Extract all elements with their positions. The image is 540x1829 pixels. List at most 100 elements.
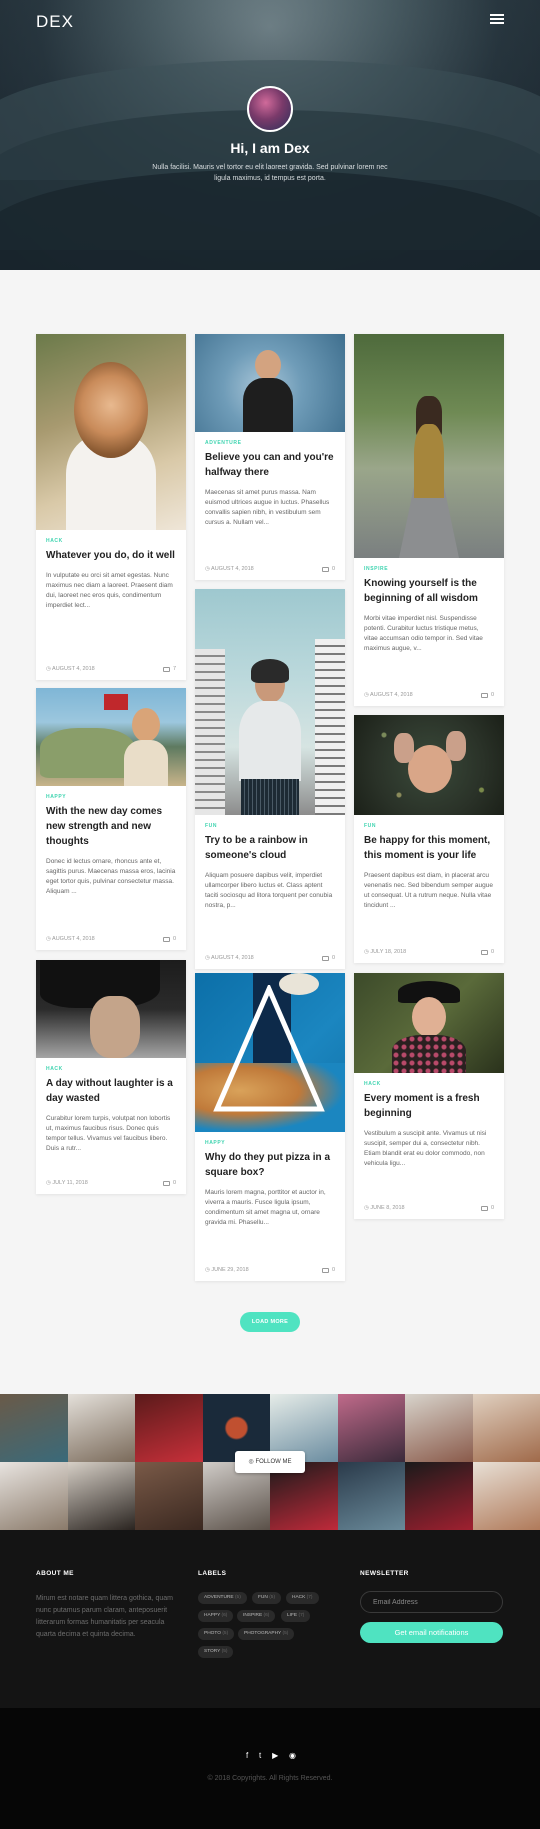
comment-icon [321,566,329,572]
comment-count[interactable]: 0 [321,1267,335,1273]
instagram-photo[interactable] [337,1394,405,1462]
copyright: © 2018 Copyrights. All Rights Reserved. [207,1775,333,1782]
instagram-photo[interactable] [67,1462,135,1530]
post-excerpt: Aliquam posuere dapibus velit, imperdiet… [205,872,333,909]
post-excerpt: In vulputate eu orci sit amet egestas. N… [46,572,173,609]
post-category[interactable]: HAPPY [205,1140,335,1146]
github-icon[interactable]: ◉ [289,1751,296,1760]
hero-title: Hi, I am Dex [230,140,310,156]
label-tag[interactable]: HAPPY (6) [198,1610,234,1622]
label-tag[interactable]: PHOTO (5) [198,1628,235,1640]
post-category[interactable]: ADVENTURE [205,440,335,446]
comment-icon [162,936,170,942]
label-tag[interactable]: ADVENTURE (5) [198,1592,247,1604]
post-image[interactable] [36,334,186,530]
comment-count[interactable]: 7 [162,666,176,672]
comment-count[interactable]: 0 [480,949,494,955]
site-logo[interactable]: DEX [36,12,74,32]
post-category[interactable]: HACK [364,1081,494,1087]
avatar [247,86,293,132]
comment-count[interactable]: 0 [321,955,335,961]
email-field[interactable] [360,1591,503,1613]
post-image[interactable] [195,589,345,815]
newsletter-heading: NEWSLETTER [360,1570,409,1577]
post-title[interactable]: Why do they put pizza in a square box? [205,1150,335,1180]
post-image[interactable] [36,960,186,1058]
post-title[interactable]: Knowing yourself is the beginning of all… [364,576,494,606]
instagram-photo[interactable] [0,1394,68,1462]
label-tag[interactable]: INSPIRE (6) [237,1610,276,1622]
post-date: AUGUST 4, 2018 [205,955,254,961]
instagram-photo[interactable] [472,1394,540,1462]
post-category[interactable]: HACK [46,538,176,544]
post-category[interactable]: FUN [205,823,335,829]
post-date: AUGUST 4, 2018 [46,936,95,942]
post-card[interactable]: HACK Every moment is a fresh beginning V… [354,973,504,1219]
comment-icon [480,1205,488,1211]
comment-count[interactable]: 0 [480,692,494,698]
post-date: JULY 18, 2018 [364,949,406,955]
twitter-icon[interactable]: t [259,1751,261,1760]
post-title[interactable]: Be happy for this moment, this moment is… [364,833,494,863]
post-category[interactable]: FUN [364,823,494,829]
instagram-photo[interactable] [0,1462,68,1530]
post-image[interactable] [354,973,504,1073]
post-card[interactable]: FUN Try to be a rainbow in someone's clo… [195,589,345,969]
hero-banner [0,0,540,270]
label-tag[interactable]: HACK (7) [286,1592,319,1604]
label-tag[interactable]: FUN (5) [252,1592,282,1604]
post-card[interactable]: HACK Whatever you do, do it well In vulp… [36,334,186,680]
label-tag[interactable]: PHOTOGRAPHY (5) [238,1628,295,1640]
instagram-photo[interactable] [405,1394,473,1462]
post-image[interactable] [354,715,504,815]
about-text: Mirum est notare quam littera gothica, q… [36,1595,173,1638]
post-excerpt: Praesent dapibus est diam, in placerat a… [364,872,494,909]
instagram-photo[interactable] [337,1462,405,1530]
post-excerpt: Donec id lectus ornare, rhoncus ante et,… [46,858,176,895]
facebook-icon[interactable]: f [246,1751,248,1760]
post-title[interactable]: A day without laughter is a day wasted [46,1076,176,1106]
post-date: JULY 11, 2018 [46,1180,87,1186]
comment-count[interactable]: 0 [480,1205,494,1211]
post-category[interactable]: HACK [46,1066,176,1072]
load-more-button[interactable]: LOAD MORE [240,1312,300,1332]
post-card[interactable]: HACK A day without laughter is a day was… [36,960,186,1194]
post-title[interactable]: With the new day comes new strength and … [46,804,176,849]
post-title[interactable]: Believe you can and you're halfway there [205,450,335,480]
bottom-bar [0,1708,540,1829]
labels-heading: LABELS [198,1570,227,1577]
post-category[interactable]: HAPPY [46,794,176,800]
subscribe-button[interactable]: Get email notifications [360,1622,503,1643]
comment-count[interactable]: 0 [321,566,335,572]
instagram-photo[interactable] [405,1462,473,1530]
post-date: AUGUST 4, 2018 [205,566,254,572]
post-card[interactable]: HAPPY With the new day comes new strengt… [36,688,186,950]
post-card[interactable]: FUN Be happy for this moment, this momen… [354,715,504,963]
instagram-follow-button[interactable]: ◎ FOLLOW ME [235,1451,305,1473]
post-card[interactable]: HAPPY Why do they put pizza in a square … [195,973,345,1281]
instagram-photo[interactable] [67,1394,135,1462]
post-image[interactable] [354,334,504,558]
post-title[interactable]: Try to be a rainbow in someone's cloud [205,833,335,863]
post-card[interactable]: INSPIRE Knowing yourself is the beginnin… [354,334,504,706]
label-tag[interactable]: LIFE (7) [281,1610,311,1622]
hero-subtitle: Nulla facilisi. Mauris vel tortor eu eli… [152,164,388,182]
post-date: AUGUST 4, 2018 [364,692,413,698]
post-date: AUGUST 4, 2018 [46,666,95,672]
youtube-icon[interactable]: ▶ [272,1751,278,1760]
post-card[interactable]: ADVENTURE Believe you can and you're hal… [195,334,345,580]
post-title[interactable]: Every moment is a fresh beginning [364,1091,494,1121]
post-category[interactable]: INSPIRE [364,566,494,572]
instagram-photo[interactable] [135,1394,203,1462]
comment-count[interactable]: 0 [162,936,176,942]
label-tag[interactable]: STORY (5) [198,1646,234,1658]
post-image[interactable] [195,334,345,432]
instagram-photo[interactable] [472,1462,540,1530]
comment-icon [162,1180,170,1186]
instagram-photo[interactable] [135,1462,203,1530]
post-image[interactable] [195,973,345,1132]
post-title[interactable]: Whatever you do, do it well [46,548,176,563]
comment-count[interactable]: 0 [162,1180,176,1186]
hamburger-menu-icon[interactable] [490,14,504,24]
post-image[interactable] [36,688,186,786]
